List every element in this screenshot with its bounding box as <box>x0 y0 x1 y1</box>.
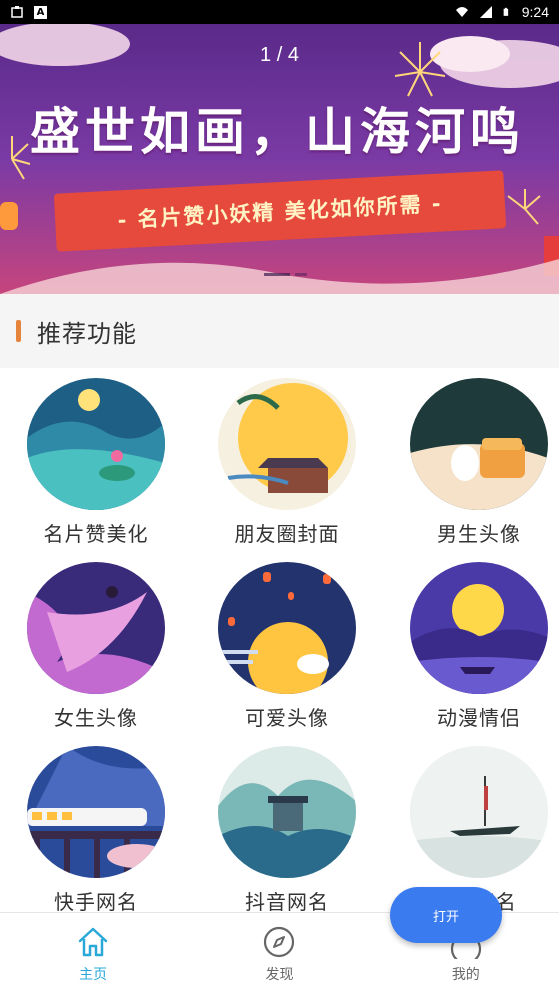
feature-label: 名片赞美化 <box>43 522 149 546</box>
banner-pagination <box>264 273 307 276</box>
nav-label: 我的 <box>451 967 480 983</box>
nav-label: 主页 <box>79 967 108 983</box>
feature-item-moments-cover[interactable]: 朋友圈封面 <box>194 378 380 547</box>
feature-label: 可爱头像 <box>245 706 329 730</box>
signal-icon <box>479 6 492 18</box>
couple-boat-moon-image <box>410 562 548 694</box>
feature-item-anime-couple[interactable]: 动漫情侣 <box>386 562 559 731</box>
pagination-dot <box>295 273 307 276</box>
banner-slide-counter: 1 / 4 <box>260 44 299 66</box>
open-button[interactable]: 打开 <box>390 887 502 943</box>
train-bridge-image <box>27 746 165 878</box>
gate-mountains-image <box>218 746 356 878</box>
feature-label: 快手网名 <box>54 890 138 914</box>
compass-icon <box>264 926 295 958</box>
feature-grid: 名片赞美化 朋友圈封面 男生头像 女生头像 可爱头像 动漫情侣 快手网名 抖音网… <box>0 370 559 914</box>
app-a-icon: A <box>34 5 47 19</box>
fairy-chang-e-image <box>27 562 165 694</box>
section-header: 推荐功能 <box>0 294 559 368</box>
banner-title: 盛世如画，山海河鸣 <box>30 103 525 161</box>
feature-label: 动漫情侣 <box>437 706 521 730</box>
wifi-icon <box>455 7 468 17</box>
nav-item-discover[interactable]: 发现 <box>186 913 372 995</box>
feature-item-cute-avatar[interactable]: 可爱头像 <box>194 562 380 731</box>
home-icon <box>78 927 108 957</box>
feature-label: 抖音网名 <box>245 890 329 914</box>
boat-ink-painting-image <box>410 746 548 878</box>
status-bar: A 9:24 <box>0 0 559 24</box>
section-title: 推荐功能 <box>37 319 137 348</box>
feature-item-kuaishou-name[interactable]: 快手网名 <box>3 746 189 915</box>
nav-label: 发现 <box>265 967 294 983</box>
feature-item-card-praise[interactable]: 名片赞美化 <box>3 378 189 547</box>
battery-icon <box>503 7 508 16</box>
feature-label: 朋友圈封面 <box>234 522 340 546</box>
rabbit-mooncake-image <box>410 378 548 510</box>
feature-item-douyin-name[interactable]: 抖音网名 <box>194 746 380 915</box>
status-time: 9:24 <box>521 4 549 20</box>
feature-item-female-avatar[interactable]: 女生头像 <box>3 562 189 731</box>
pagination-dot-active <box>264 273 290 276</box>
feature-label: 男生头像 <box>437 522 521 546</box>
lanterns-rabbit-moon-image <box>218 562 356 694</box>
feature-label: 女生头像 <box>54 706 138 730</box>
feature-item-male-avatar[interactable]: 男生头像 <box>386 378 559 547</box>
notification-icon <box>11 6 23 18</box>
lotus-lake-moon-image <box>27 378 165 510</box>
moon-pavilion-image <box>218 378 356 510</box>
nav-item-home[interactable]: 主页 <box>0 913 186 995</box>
section-accent-bar <box>16 320 21 342</box>
promo-banner[interactable]: 1 / 4 盛世如画，山海河鸣 - 名片赞小妖精 美化如你所需 - <box>0 24 559 294</box>
